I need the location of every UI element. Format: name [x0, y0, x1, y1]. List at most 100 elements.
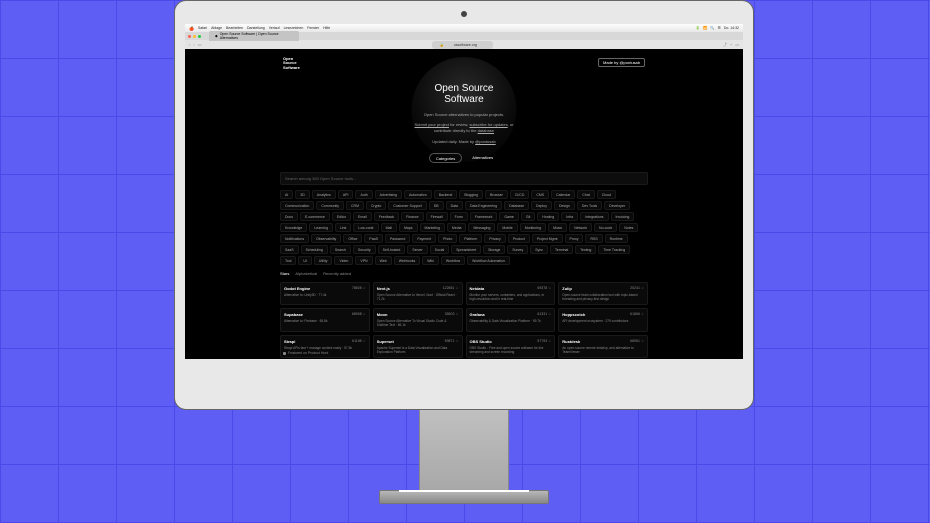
category-tag[interactable]: CI/CD	[510, 190, 530, 199]
category-tag[interactable]: Low-code	[353, 223, 378, 232]
category-tag[interactable]: Mail	[381, 223, 397, 232]
category-tag[interactable]: Backend	[434, 190, 458, 199]
category-tag[interactable]: SaaS	[280, 245, 299, 254]
project-card[interactable]: Godot Engine78605 ☆Alternative to: Unity…	[280, 282, 370, 305]
window-close-button[interactable]	[188, 35, 191, 38]
category-tag[interactable]: Blogging	[459, 190, 483, 199]
category-tag[interactable]: Docs	[280, 212, 298, 221]
category-tag[interactable]: Music	[548, 223, 567, 232]
category-tag[interactable]: Terminal	[550, 245, 573, 254]
category-tag[interactable]: Git	[521, 212, 535, 221]
address-bar[interactable]: 🔒 ossoftware.org	[432, 41, 493, 49]
tab-alternatives[interactable]: Alternatives	[466, 153, 499, 163]
category-tag[interactable]: Office	[343, 234, 362, 243]
project-card[interactable]: Netdata69378 ☆Monitor your servers, cont…	[466, 282, 556, 305]
category-tag[interactable]: API	[338, 190, 354, 199]
category-tag[interactable]: Utility	[314, 256, 333, 265]
category-tag[interactable]: Proxy	[565, 234, 584, 243]
project-card[interactable]: Supabase68998 ☆Alternative to: Firebase …	[280, 308, 370, 331]
category-tag[interactable]: Invoicing	[611, 212, 635, 221]
category-tag[interactable]: Runtime	[605, 234, 628, 243]
category-tag[interactable]: Observability	[311, 234, 341, 243]
category-tag[interactable]: Media	[447, 223, 467, 232]
sort-recent[interactable]: Recently added	[323, 271, 351, 276]
share-icon[interactable]: ⤴	[723, 42, 727, 48]
category-tag[interactable]: Calendar	[551, 190, 575, 199]
category-tag[interactable]: Deploy	[531, 201, 552, 210]
category-tag[interactable]: Monitoring	[520, 223, 546, 232]
category-tag[interactable]: Crypto	[366, 201, 386, 210]
category-tag[interactable]: Cloud	[597, 190, 616, 199]
menubar-bookmarks[interactable]: Lesezeichen	[284, 26, 304, 30]
submit-link[interactable]: Submit your project	[415, 122, 449, 127]
category-tag[interactable]: Network	[569, 223, 592, 232]
window-minimize-button[interactable]	[193, 35, 196, 38]
category-tag[interactable]: Advertising	[375, 190, 402, 199]
status-control-icon[interactable]: ☰	[718, 26, 721, 30]
category-tag[interactable]: Infra	[561, 212, 578, 221]
category-tag[interactable]: Dev Tools	[577, 201, 602, 210]
menubar-edit[interactable]: Bearbeiten	[226, 26, 243, 30]
category-tag[interactable]: Product	[508, 234, 530, 243]
window-zoom-button[interactable]	[198, 35, 201, 38]
category-tag[interactable]: VPN	[355, 256, 372, 265]
category-tag[interactable]: Testing	[575, 245, 596, 254]
sort-alpha[interactable]: Alphabetical	[295, 271, 317, 276]
menubar-date[interactable]: Do. 14:32	[724, 26, 739, 30]
new-tab-button[interactable]: +	[730, 42, 732, 48]
menubar-help[interactable]: Hilfe	[323, 26, 330, 30]
category-tag[interactable]: Workflow	[441, 256, 465, 265]
category-tag[interactable]: Design	[554, 201, 575, 210]
category-tag[interactable]: Database	[504, 201, 529, 210]
project-card[interactable]: Grafana61331 ☆Observability & Data Visua…	[466, 308, 556, 331]
menubar-view[interactable]: Darstellung	[247, 26, 265, 30]
category-tag[interactable]: E-commerce	[300, 212, 330, 221]
category-tag[interactable]: Auth	[355, 190, 372, 199]
category-tag[interactable]: Search	[330, 245, 351, 254]
status-wifi-icon[interactable]: 📶	[703, 26, 707, 30]
menubar-file[interactable]: Ablage	[211, 26, 222, 30]
category-tag[interactable]: Framework	[470, 212, 498, 221]
category-tag[interactable]: Communication	[280, 201, 314, 210]
category-tag[interactable]: Marketing	[420, 223, 445, 232]
category-tag[interactable]: Privacy	[484, 234, 505, 243]
product-hunt-badge[interactable]: Featured on Product Hunt	[283, 351, 328, 355]
status-battery-icon[interactable]: 🔋	[696, 26, 700, 30]
category-tag[interactable]: Survey	[507, 245, 528, 254]
category-tag[interactable]: Form	[450, 212, 468, 221]
search-input[interactable]: Search among 350 Open Source tools...	[280, 172, 648, 185]
project-card[interactable]: Next.js122651 ☆Open Source Alternative t…	[373, 282, 463, 305]
project-card[interactable]: Superset59871 ☆Apache Superset is a Data…	[373, 335, 463, 358]
subscribe-link[interactable]: subscribe for updates	[469, 122, 507, 127]
category-tag[interactable]: Photo	[438, 234, 457, 243]
forward-button[interactable]: ›	[193, 42, 194, 47]
category-tag[interactable]: Email	[353, 212, 372, 221]
category-tag[interactable]: Project Mgmt	[532, 234, 563, 243]
status-search-icon[interactable]: 🔍	[710, 26, 714, 30]
back-button[interactable]: ‹	[189, 42, 190, 47]
category-tag[interactable]: Social	[430, 245, 450, 254]
category-tag[interactable]: Spreadsheet	[451, 245, 481, 254]
category-tag[interactable]: Analytics	[312, 190, 336, 199]
apple-icon[interactable]: 🍎	[189, 26, 194, 31]
project-card[interactable]: Hoppscotch61866 ☆API development ecosyst…	[558, 308, 648, 331]
category-tag[interactable]: Data	[446, 201, 463, 210]
category-tag[interactable]: Tool	[280, 256, 296, 265]
category-tag[interactable]: Mobile	[497, 223, 517, 232]
category-tag[interactable]: Maps	[399, 223, 418, 232]
category-tag[interactable]: CMS	[531, 190, 549, 199]
menubar-window[interactable]: Fenster	[307, 26, 319, 30]
category-tag[interactable]: RSS	[585, 234, 602, 243]
category-tag[interactable]: Platform	[459, 234, 482, 243]
category-tag[interactable]: Learning	[309, 223, 333, 232]
category-tag[interactable]: Editor	[332, 212, 351, 221]
menubar-app[interactable]: Safari	[198, 26, 207, 30]
category-tag[interactable]: Self-hosted	[378, 245, 406, 254]
category-tag[interactable]: Wiki	[422, 256, 439, 265]
category-tag[interactable]: Notes	[619, 223, 638, 232]
category-tag[interactable]: 3D	[295, 190, 309, 199]
category-tag[interactable]: UI	[298, 256, 312, 265]
category-tag[interactable]: Webhooks	[394, 256, 420, 265]
category-tag[interactable]: Browser	[485, 190, 508, 199]
sort-stars[interactable]: Stars	[280, 271, 289, 276]
